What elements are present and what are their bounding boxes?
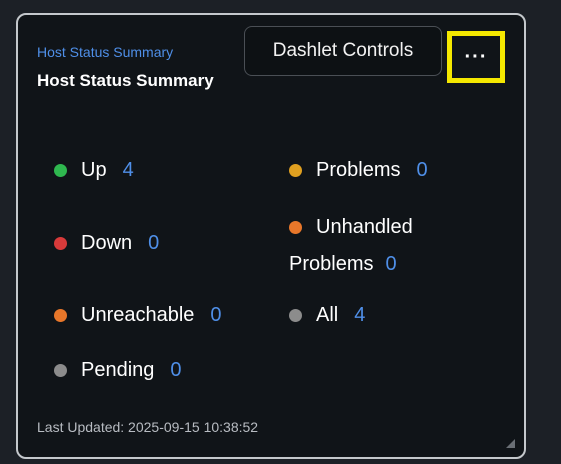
dashlet-title: Host Status Summary: [37, 71, 214, 90]
status-pending[interactable]: Pending 0: [54, 359, 182, 382]
status-dot-down: [54, 237, 67, 250]
status-up[interactable]: Up 4: [54, 159, 134, 182]
status-dot-problems: [289, 164, 302, 177]
status-dot-unreachable: [54, 309, 67, 322]
status-count-up[interactable]: 4: [123, 159, 134, 182]
status-all[interactable]: All 4: [289, 304, 365, 327]
status-dot-pending: [54, 364, 67, 377]
status-dot-unhandled: [289, 220, 302, 234]
status-dot-up: [54, 164, 67, 177]
status-count-down[interactable]: 0: [148, 232, 159, 255]
status-label-unhandled-line1: Unhandled: [316, 216, 413, 238]
resize-grip-icon[interactable]: [506, 439, 515, 448]
status-label-all: All: [316, 304, 339, 326]
status-unhandled-problems[interactable]: Unhandled Problems 0: [289, 207, 413, 284]
status-label-unhandled-line2: Problems: [289, 253, 374, 275]
status-count-problems[interactable]: 0: [416, 159, 427, 182]
status-count-all[interactable]: 4: [354, 304, 365, 327]
dashlet-subtitle-link[interactable]: Host Status Summary: [37, 44, 173, 60]
status-count-unreachable[interactable]: 0: [210, 304, 221, 327]
status-label-down: Down: [81, 232, 133, 254]
status-label-up: Up: [81, 159, 107, 181]
status-label-unreachable: Unreachable: [81, 304, 195, 326]
status-label-pending: Pending: [81, 359, 155, 381]
status-count-unhandled[interactable]: 0: [385, 244, 396, 284]
status-dot-all: [289, 309, 302, 322]
status-down[interactable]: Down 0: [54, 232, 159, 255]
status-unreachable[interactable]: Unreachable 0: [54, 304, 222, 327]
status-label-problems: Problems: [316, 159, 401, 181]
last-updated-text: Last Updated: 2025-09-15 10:38:52: [37, 419, 259, 435]
dashlet-controls-tooltip: Dashlet Controls: [244, 26, 442, 76]
status-problems[interactable]: Problems 0: [289, 159, 428, 182]
dashlet-menu-button[interactable]: ···: [447, 31, 505, 83]
status-count-pending[interactable]: 0: [170, 359, 181, 382]
more-horizontal-icon: ···: [464, 45, 488, 68]
